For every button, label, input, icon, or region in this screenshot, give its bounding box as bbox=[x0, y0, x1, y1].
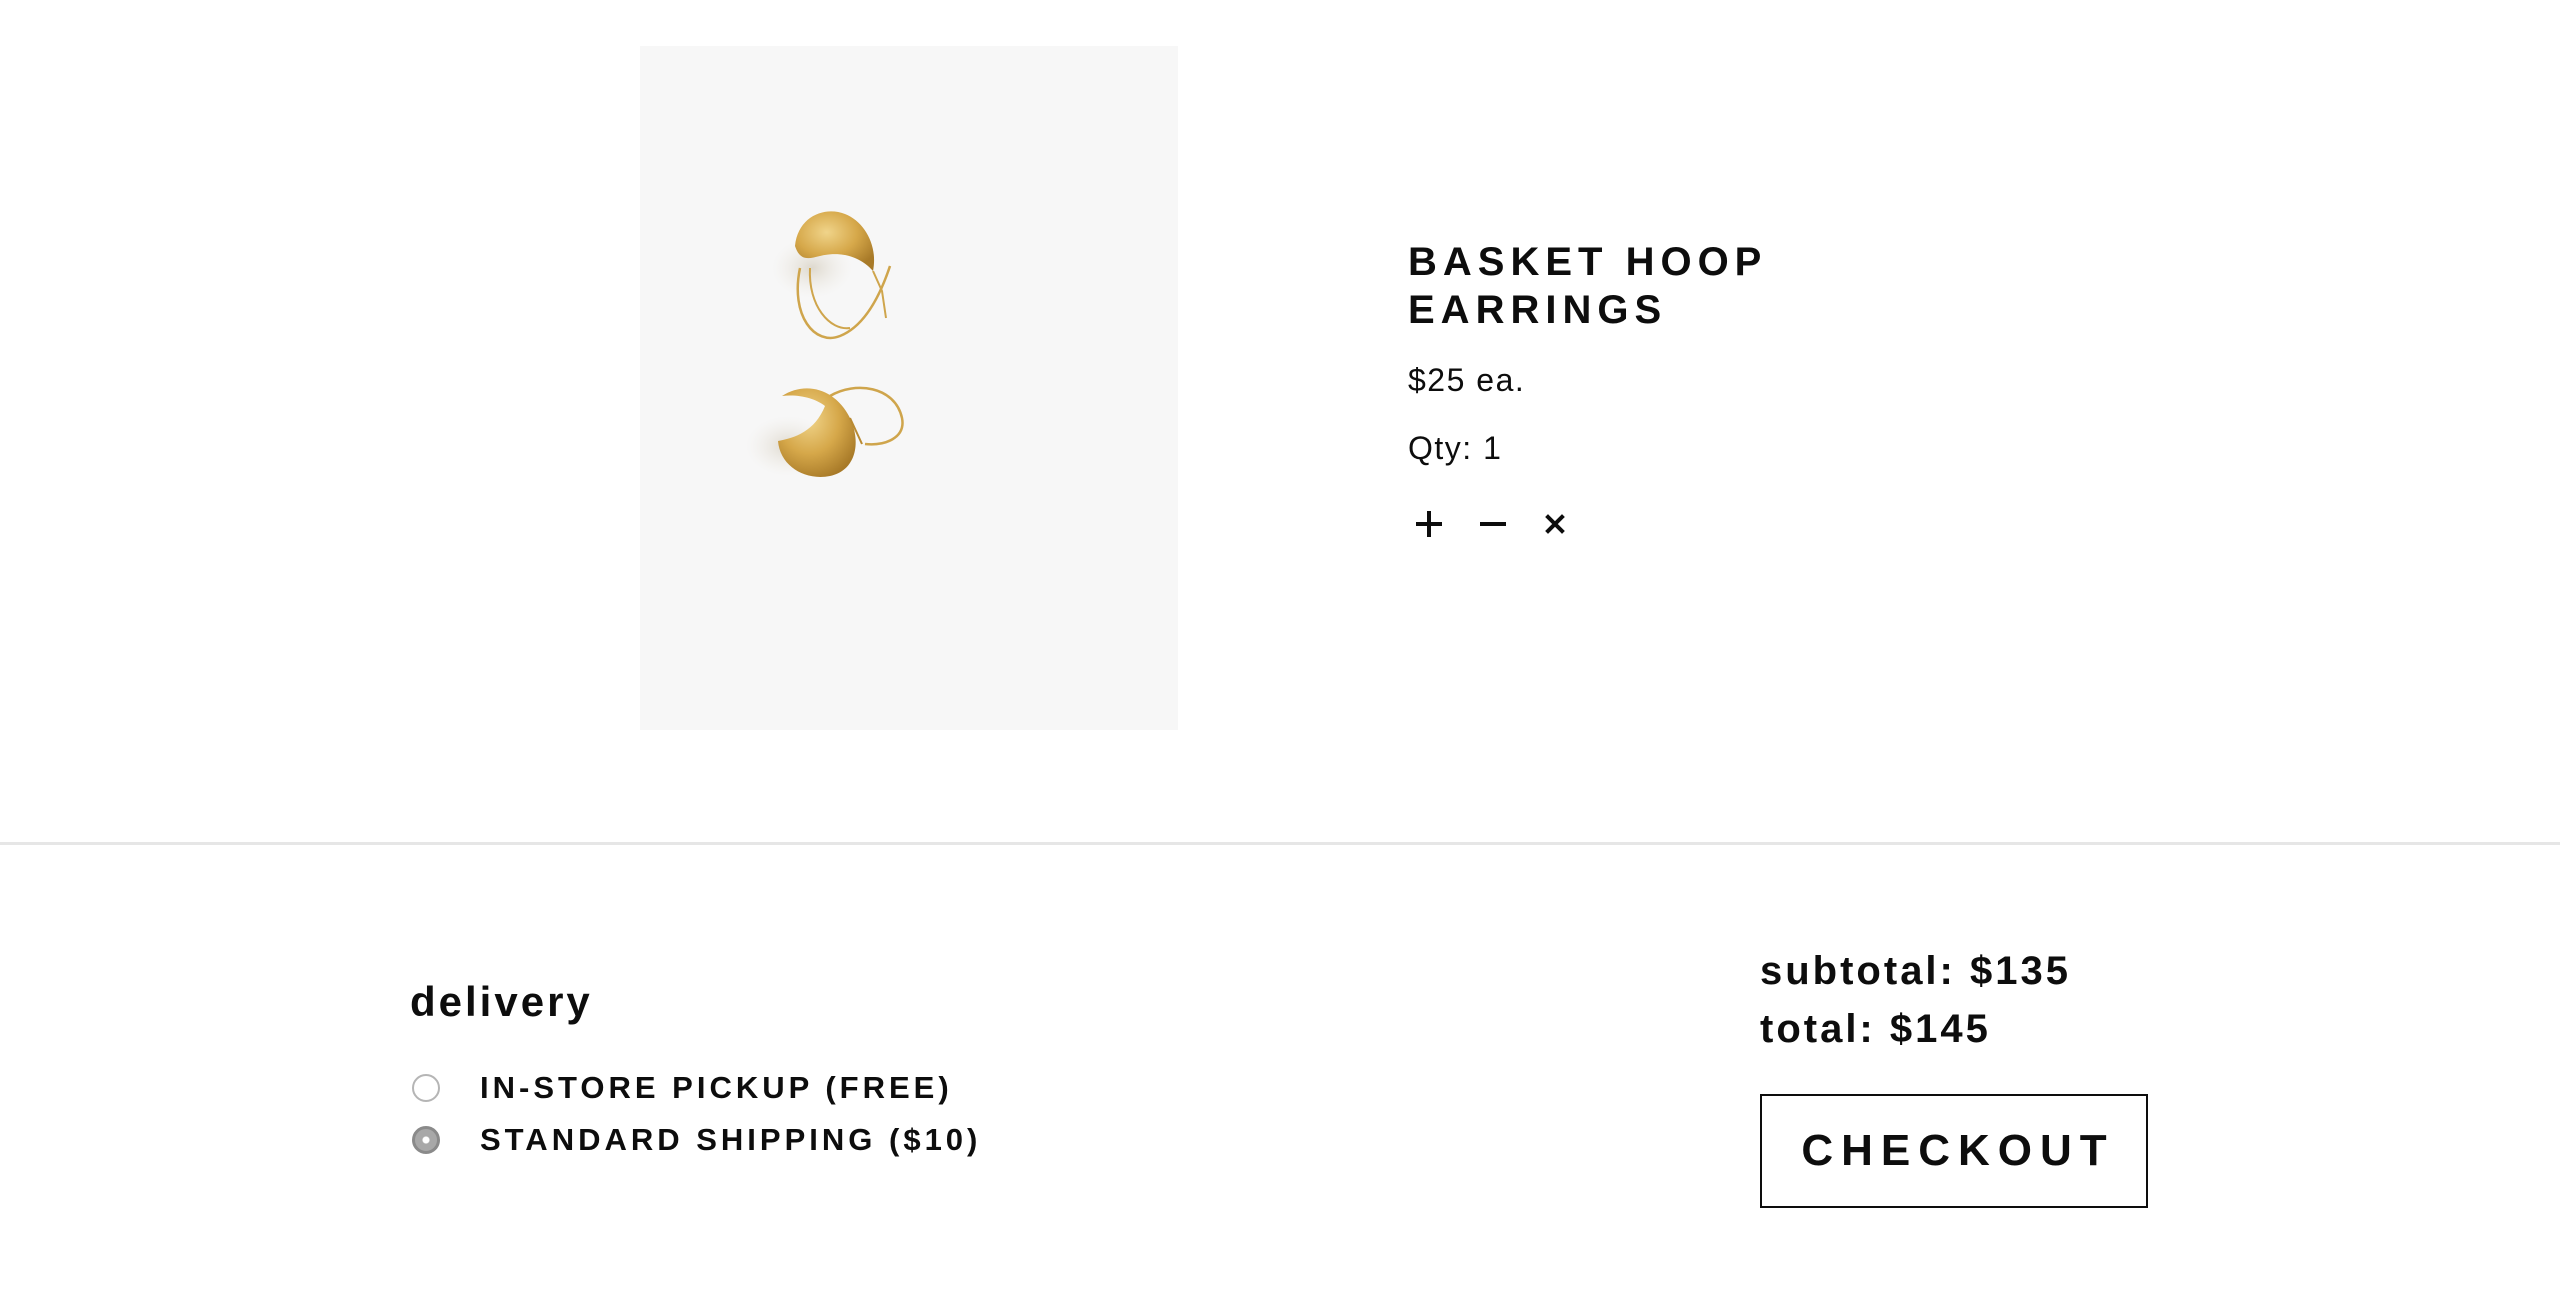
standard-shipping-label: STANDARD SHIPPING ($10) bbox=[480, 1122, 982, 1157]
delivery-option-standard-shipping[interactable]: STANDARD SHIPPING ($10) bbox=[410, 1118, 1110, 1162]
earring-top bbox=[772, 211, 892, 340]
product-details: BASKET HOOP EARRINGS $25 ea. Qty: 1 bbox=[1408, 238, 1968, 537]
checkout-button[interactable]: CHECKOUT bbox=[1760, 1094, 2148, 1208]
cart-page: BASKET HOOP EARRINGS $25 ea. Qty: 1 deli… bbox=[0, 0, 2560, 1292]
total: total: $145 bbox=[1760, 1007, 1991, 1051]
delivery-option-instore-pickup[interactable]: IN-STORE PICKUP (FREE) bbox=[410, 1066, 1110, 1110]
subtotal: subtotal: $135 bbox=[1760, 949, 2071, 993]
order-summary: subtotal: $135 total: $145 bbox=[1760, 942, 2260, 1058]
instore-pickup-radio[interactable] bbox=[412, 1074, 440, 1102]
instore-pickup-label: IN-STORE PICKUP (FREE) bbox=[480, 1070, 953, 1105]
remove-item-button[interactable] bbox=[1534, 500, 1578, 548]
product-image[interactable] bbox=[640, 46, 1178, 730]
decrease-quantity-button[interactable] bbox=[1472, 500, 1516, 548]
earring-bottom bbox=[746, 386, 904, 477]
close-icon bbox=[1545, 514, 1565, 534]
delivery-section: delivery IN-STORE PICKUP (FREE) STANDARD… bbox=[410, 970, 1110, 1157]
product-title: BASKET HOOP EARRINGS bbox=[1408, 240, 1767, 332]
plus-icon bbox=[1416, 511, 1442, 537]
standard-shipping-radio[interactable] bbox=[412, 1126, 440, 1154]
section-divider bbox=[0, 842, 2560, 845]
product-price: $25 ea. bbox=[1408, 362, 1526, 398]
minus-icon bbox=[1480, 522, 1506, 526]
product-quantity: Qty: 1 bbox=[1408, 430, 1503, 466]
earrings-illustration bbox=[746, 211, 904, 477]
delivery-heading: delivery bbox=[410, 978, 593, 1025]
quantity-controls bbox=[1408, 500, 1608, 548]
increase-quantity-button[interactable] bbox=[1408, 500, 1452, 548]
